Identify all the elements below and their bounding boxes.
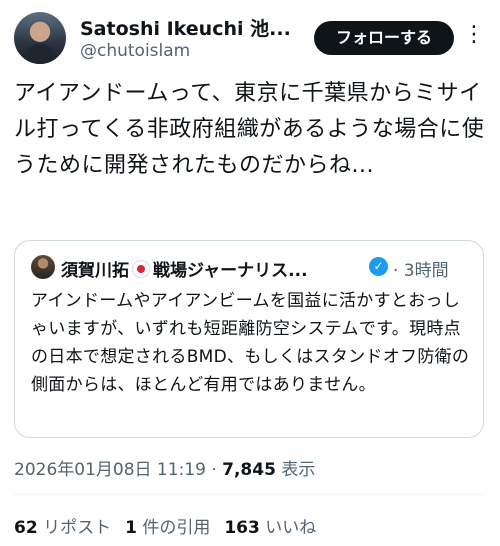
views-count: 7,845 (222, 460, 276, 480)
engagement-stats: 62 リポスト 1 件の引用 163 いいね (14, 513, 316, 538)
reposts-label: リポスト (37, 518, 112, 538)
quotes-stat[interactable]: 1 件の引用 (125, 518, 210, 538)
divider (14, 494, 486, 495)
more-icon[interactable]: ⋮ (462, 24, 486, 52)
quotes-label: 件の引用 (136, 518, 211, 538)
author-avatar[interactable] (14, 12, 66, 64)
follow-button[interactable]: フォローする (314, 21, 454, 55)
quoted-tweet[interactable]: 須賀川拓 戦場ジャーナリス... ✓ · 3時間 アインドームやアイアンビームを国… (14, 240, 484, 438)
japan-flag-icon (132, 260, 150, 278)
quoted-author-avatar (31, 255, 55, 279)
quoted-author-name: 須賀川拓 戦場ジャーナリス... (61, 256, 308, 281)
author-name[interactable]: Satoshi Ikeuchi 池... (80, 14, 291, 41)
quoted-tweet-time: · 3時間 (393, 261, 449, 281)
quoted-tweet-text: アインドームやアイアンビームを国益に活かすとおっしゃいますが、いずれも短距離防空… (31, 291, 470, 395)
likes-stat[interactable]: 163 いいね (224, 518, 316, 538)
tweet-header: Satoshi Ikeuchi 池... @chutoislam フォローする … (14, 10, 486, 66)
quotes-count: 1 (125, 518, 137, 538)
tweet-text: アイアンドームって、東京に千葉県からミサイル打ってくる非政府組織があるような場合… (14, 81, 485, 178)
verified-badge-icon: ✓ (369, 257, 388, 276)
tweet-meta: 2026年01月08日 11:19 · 7,845 表示 (14, 455, 315, 480)
tweet-datetime[interactable]: 2026年01月08日 11:19 · (14, 460, 222, 480)
author-handle[interactable]: @chutoislam (80, 41, 190, 61)
views-label: 表示 (275, 460, 316, 480)
reposts-count: 62 (14, 518, 38, 538)
likes-count: 163 (224, 518, 260, 538)
reposts-stat[interactable]: 62 リポスト (14, 518, 111, 538)
quoted-author-name-part2: 戦場ジャーナリス... (153, 261, 308, 281)
quoted-author-name-part1: 須賀川拓 (61, 261, 129, 281)
likes-label: いいね (259, 518, 317, 538)
